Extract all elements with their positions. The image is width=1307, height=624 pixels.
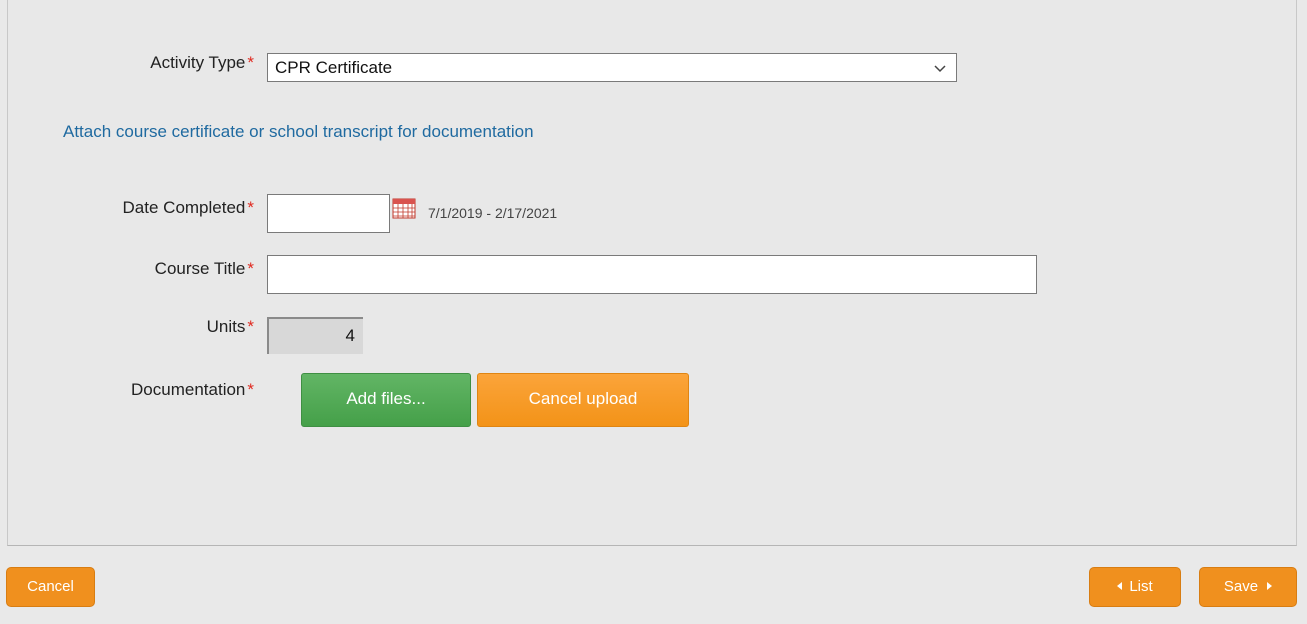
required-mark: * xyxy=(247,198,254,217)
activity-type-label-text: Activity Type xyxy=(150,53,246,72)
chevron-down-icon xyxy=(934,65,946,73)
units-label: Units * xyxy=(207,317,254,337)
list-button-label: List xyxy=(1129,578,1153,595)
date-completed-label-text: Date Completed xyxy=(122,198,246,217)
cancel-upload-button[interactable]: Cancel upload xyxy=(477,373,689,427)
required-mark: * xyxy=(247,380,254,399)
caret-right-icon xyxy=(1267,582,1273,591)
units-label-text: Units xyxy=(206,317,246,336)
required-mark: * xyxy=(247,53,254,72)
documentation-info-text: Attach course certificate or school tran… xyxy=(63,122,534,141)
documentation-label: Documentation * xyxy=(131,380,254,400)
caret-left-icon xyxy=(1117,582,1123,591)
cancel-button[interactable]: Cancel xyxy=(6,567,95,607)
activity-type-value: CPR Certificate xyxy=(275,58,393,77)
course-title-input[interactable] xyxy=(267,255,1037,294)
documentation-label-text: Documentation xyxy=(131,380,246,399)
list-button[interactable]: List xyxy=(1089,567,1181,607)
required-mark: * xyxy=(247,259,254,278)
date-completed-label: Date Completed * xyxy=(123,198,254,218)
course-title-label-text: Course Title xyxy=(154,259,246,278)
save-button[interactable]: Save xyxy=(1199,567,1297,607)
page: Activity Type * CPR Certificate Attach co… xyxy=(0,0,1307,624)
required-mark: * xyxy=(247,317,254,336)
activity-type-label: Activity Type * xyxy=(150,53,254,73)
save-button-label: Save xyxy=(1223,578,1259,595)
activity-type-select[interactable]: CPR Certificate xyxy=(267,53,957,82)
calendar-icon[interactable] xyxy=(392,198,416,219)
units-field: 4 xyxy=(267,317,363,354)
add-files-button[interactable]: Add files... xyxy=(301,373,471,427)
date-completed-input[interactable] xyxy=(267,194,390,233)
date-range-hint: 7/1/2019 - 2/17/2021 xyxy=(428,205,558,221)
course-title-label: Course Title * xyxy=(155,259,254,279)
cancel-button-label: Cancel xyxy=(27,578,74,595)
